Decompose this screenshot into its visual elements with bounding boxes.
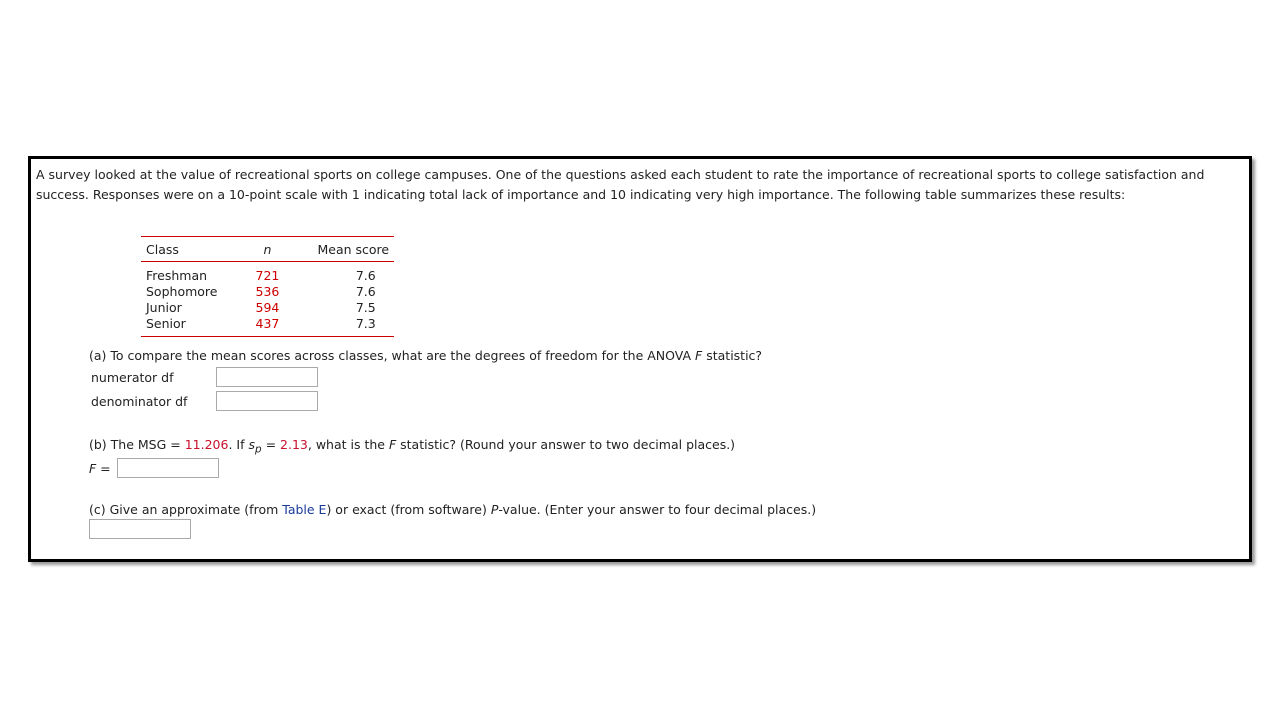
header-mean: Mean score [312, 236, 395, 262]
sp-value: 2.13 [280, 437, 308, 452]
table-e-link[interactable]: Table E [282, 502, 326, 517]
msg-value: 11.206 [184, 437, 229, 452]
part-b-text: . If [228, 437, 249, 452]
part-b-text: (b) The MSG = [89, 437, 185, 452]
cell-mean: 7.3 [312, 316, 395, 337]
cell-n: 721 [255, 268, 280, 283]
table-row: Freshman 721 7.6 [141, 262, 394, 285]
cell-mean: 7.6 [355, 268, 376, 283]
question-container: A survey looked at the value of recreati… [28, 156, 1252, 562]
p-subscript: p [255, 443, 262, 456]
cell-class: Sophomore [146, 284, 218, 299]
part-c-question: (c) Give an approximate (from Table E) o… [89, 502, 816, 517]
summary-table: Class n Mean score Freshman 721 7.6 Soph… [141, 236, 395, 337]
table-row: Sophomore 536 7.6 [141, 284, 394, 300]
f-statistic-input[interactable] [117, 458, 219, 478]
numerator-df-input[interactable] [216, 367, 318, 387]
part-b-text: statistic? (Round your answer to two dec… [396, 437, 736, 452]
part-a-question: (a) To compare the mean scores across cl… [89, 348, 762, 363]
numerator-df-label: numerator df [91, 370, 174, 385]
cell-n: 536 [255, 284, 280, 299]
cell-class: Junior [146, 300, 182, 315]
equals: = [96, 461, 111, 476]
part-c-text: (c) Give an approximate (from [89, 502, 283, 517]
header-class: Class [141, 236, 223, 262]
part-a-text: (a) To compare the mean scores across cl… [89, 348, 696, 363]
table-row: Senior 437 7.3 [141, 316, 395, 337]
cell-mean: 7.6 [355, 284, 376, 299]
p-value-input[interactable] [89, 519, 191, 539]
cell-n: 594 [255, 300, 280, 315]
part-a-text-end: statistic? [702, 348, 763, 363]
denominator-df-input[interactable] [216, 391, 318, 411]
cell-mean: 7.5 [355, 300, 376, 315]
part-b-text: = [261, 437, 281, 452]
intro-text: A survey looked at the value of recreati… [36, 167, 1205, 202]
part-c-text: ) or exact (from software) [326, 502, 491, 517]
cell-class: Senior [141, 316, 223, 337]
part-c-text: -value. (Enter your answer to four decim… [498, 502, 817, 517]
cell-class: Freshman [146, 268, 208, 283]
denominator-df-label: denominator df [91, 394, 188, 409]
header-n: n [222, 236, 313, 262]
part-b-text: , what is the [307, 437, 389, 452]
f-label: F = [89, 461, 111, 476]
part-b-question: (b) The MSG = 11.206. If sp = 2.13, what… [89, 437, 735, 456]
cell-n: 437 [222, 316, 313, 337]
table-row: Junior 594 7.5 [141, 300, 394, 316]
